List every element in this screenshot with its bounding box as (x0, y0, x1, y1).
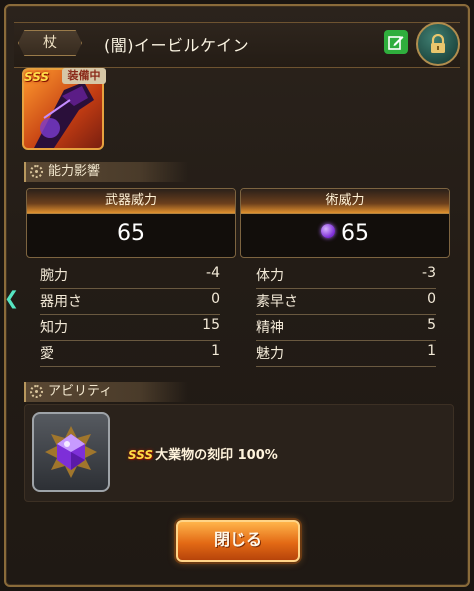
edit-icon (388, 36, 404, 50)
stat-label: 愛 (40, 346, 54, 362)
stat-row: 体力 -3 (256, 262, 436, 289)
weapon-power-value: 65 (117, 221, 145, 246)
lock-button[interactable] (416, 22, 460, 66)
stat-label: 精神 (256, 320, 284, 336)
lock-icon (431, 34, 445, 53)
stats-section-header: 能力影響 (24, 162, 188, 182)
gear-icon (30, 165, 43, 178)
stat-value: 1 (211, 343, 220, 359)
moon-icon (321, 224, 335, 238)
gem-icon (45, 426, 97, 478)
stat-value: 0 (211, 291, 220, 307)
stat-row: 精神 5 (256, 314, 436, 341)
weapon-power-box: 武器威力 65 (26, 188, 236, 258)
ability-gem-button[interactable] (32, 412, 110, 492)
stat-row: 愛 1 (40, 340, 220, 367)
stat-value: 5 (427, 317, 436, 333)
side-arrow-icon[interactable]: ❮ (4, 288, 19, 310)
art-power-value: 65 (341, 221, 369, 246)
stat-value: 15 (202, 317, 220, 333)
stat-row: 魅力 1 (256, 340, 436, 367)
ability-name: 大業物の刻印 100% (155, 448, 278, 463)
rarity-mark: SSS (24, 70, 50, 84)
stat-label: 体力 (256, 268, 284, 284)
item-name: (闇)イービルケイン (104, 36, 250, 55)
stat-value: -4 (206, 265, 220, 281)
ability-rank: SSS (128, 448, 154, 462)
stat-label: 素早さ (256, 294, 298, 310)
art-power-row: 65 (241, 214, 449, 254)
equipped-badge: 装備中 (62, 68, 106, 84)
stat-label: 腕力 (40, 268, 68, 284)
close-button[interactable]: 閉じる (176, 520, 300, 562)
stat-row: 腕力 -4 (40, 262, 220, 289)
gear-icon (30, 385, 43, 398)
stat-label: 魅力 (256, 346, 284, 362)
stats-section-title: 能力影響 (48, 164, 101, 179)
art-power-label: 術威力 (241, 189, 449, 214)
stat-row: 素早さ 0 (256, 288, 436, 315)
ability-entry: SSS 大業物の刻印 100% (128, 444, 278, 463)
stat-row: 知力 15 (40, 314, 220, 341)
stat-row: 器用さ 0 (40, 288, 220, 315)
ability-section-header: アビリティ (24, 382, 188, 402)
stat-value: 1 (427, 343, 436, 359)
edit-button[interactable] (384, 30, 408, 54)
category-tag: 杖 (18, 30, 82, 56)
ability-section-title: アビリティ (48, 384, 113, 399)
stat-label: 器用さ (40, 294, 82, 310)
weapon-power-label: 武器威力 (27, 189, 235, 214)
stat-value: 0 (427, 291, 436, 307)
stat-label: 知力 (40, 320, 68, 336)
stat-value: -3 (422, 265, 436, 281)
art-power-box: 術威力 65 (240, 188, 450, 258)
